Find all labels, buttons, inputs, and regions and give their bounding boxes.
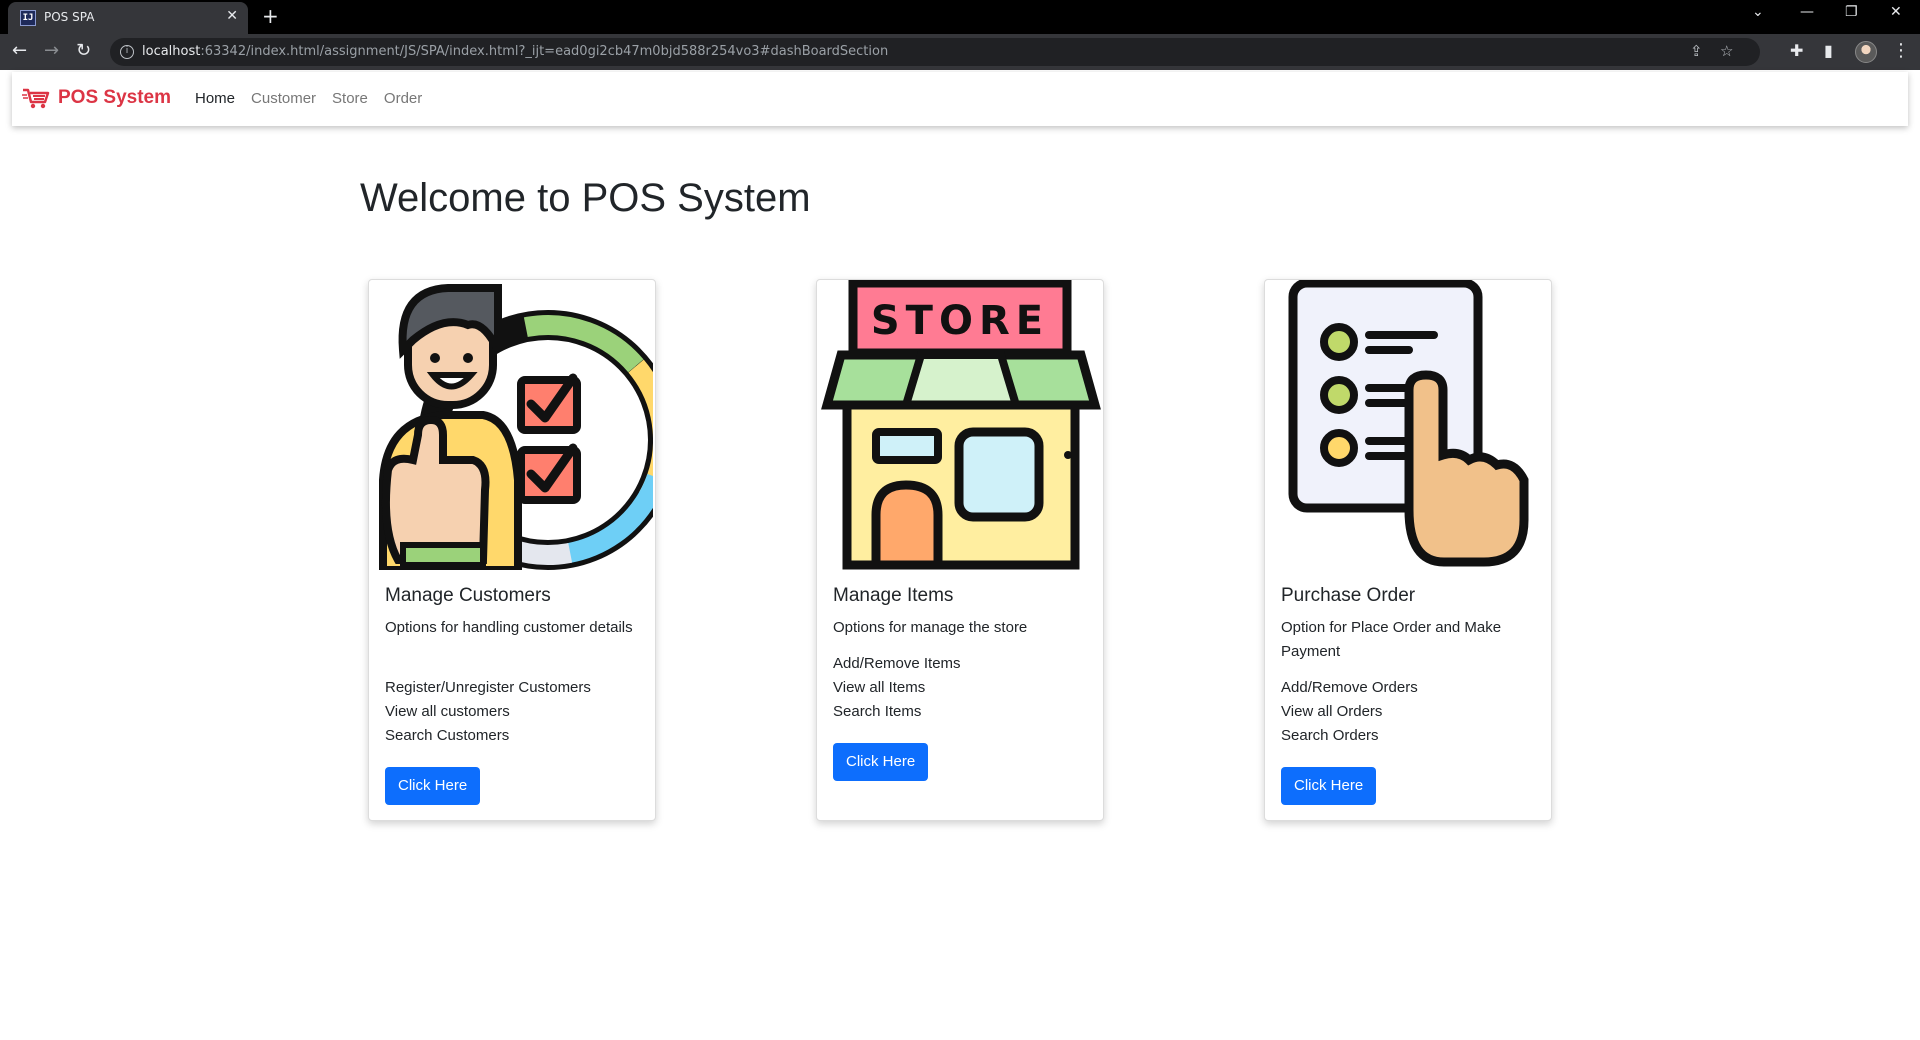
share-icon[interactable]: ⇪ <box>1690 42 1703 60</box>
browser-tab[interactable]: IJ POS SPA ✕ <box>8 2 248 34</box>
nav-customer[interactable]: Customer <box>251 90 316 107</box>
list-item: Register/Unregister Customers <box>385 679 591 696</box>
manage-customers-button[interactable]: Click Here <box>385 767 481 805</box>
card-description: Options for handling customer details <box>385 619 633 636</box>
minimize-icon[interactable]: — <box>1800 4 1814 20</box>
list-item: Search Customers <box>385 727 510 744</box>
card-title: Purchase Order <box>1281 585 1416 606</box>
purchase-order-button[interactable]: Click Here <box>1281 767 1377 805</box>
card-manage-customers: Manage Customers Options for handling cu… <box>368 279 656 821</box>
profile-avatar[interactable] <box>1855 41 1877 63</box>
brand[interactable]: POS System <box>22 86 171 110</box>
card-description: Option for Place Order and Make Payment <box>1281 619 1502 660</box>
store-icon: STORE <box>821 280 1101 570</box>
menu-icon[interactable]: ⋮ <box>1892 40 1910 62</box>
card-purchase-order: Purchase Order Option for Place Order an… <box>1264 279 1552 821</box>
new-tab-icon[interactable]: + <box>262 4 279 28</box>
tab-close-icon[interactable]: ✕ <box>226 8 238 24</box>
card-manage-items: STORE Manage Items Options for manage th… <box>816 279 1104 821</box>
tab-search-icon[interactable]: ⌄ <box>1752 4 1764 20</box>
card-feature-list: Add/Remove Orders View all Orders Search… <box>1281 676 1531 748</box>
nav-order[interactable]: Order <box>384 90 422 107</box>
forward-icon[interactable]: → <box>44 40 59 62</box>
url-text[interactable]: localhost:63342/index.html/assignment/JS… <box>142 44 888 59</box>
page-navbar: POS System Home Customer Store Order <box>12 72 1908 126</box>
nav-home[interactable]: Home <box>195 90 235 107</box>
list-item: Add/Remove Items <box>833 655 961 672</box>
page-title: Welcome to POS System <box>360 176 811 220</box>
nav-store[interactable]: Store <box>332 90 368 107</box>
brand-text: POS System <box>58 87 171 108</box>
browser-toolbar: ← → ↻ i localhost:63342/index.html/assig… <box>0 34 1920 70</box>
card-description: Options for manage the store <box>833 619 1028 636</box>
list-item: View all Orders <box>1281 703 1383 720</box>
bookmark-star-icon[interactable]: ☆ <box>1720 42 1733 60</box>
card-feature-list: Add/Remove Items View all Items Search I… <box>833 652 1083 724</box>
reload-icon[interactable]: ↻ <box>76 40 91 62</box>
list-item: Search Items <box>833 703 922 720</box>
address-bar[interactable]: i localhost:63342/index.html/assignment/… <box>110 38 1760 66</box>
site-info-icon[interactable]: i <box>120 45 134 59</box>
restore-icon[interactable]: ❐ <box>1845 4 1858 20</box>
tab-title: POS SPA <box>44 10 95 24</box>
store-sign-text: STORE <box>871 298 1049 344</box>
card-title: Manage Customers <box>385 585 551 606</box>
window-close-icon[interactable]: ✕ <box>1890 4 1902 20</box>
side-panel-icon[interactable]: ▮ <box>1824 40 1833 62</box>
shopping-cart-icon <box>22 88 50 109</box>
list-item: Add/Remove Orders <box>1281 679 1418 696</box>
extensions-icon[interactable]: ✚ <box>1790 40 1803 62</box>
nav-links: Home Customer Store Order <box>195 90 438 107</box>
list-item: View all customers <box>385 703 510 720</box>
card-feature-list: Register/Unregister Customers View all c… <box>385 676 635 748</box>
intellij-favicon-icon: IJ <box>20 10 36 26</box>
card-title: Manage Items <box>833 585 954 606</box>
back-icon[interactable]: ← <box>12 40 27 62</box>
browser-tab-bar: IJ POS SPA ✕ + ⌄ — ❐ ✕ <box>0 0 1920 34</box>
customer-checklist-icon <box>379 284 653 570</box>
list-item: View all Items <box>833 679 926 696</box>
list-item: Search Orders <box>1281 727 1379 744</box>
purchase-order-icon <box>1288 280 1529 567</box>
manage-items-button[interactable]: Click Here <box>833 743 929 781</box>
